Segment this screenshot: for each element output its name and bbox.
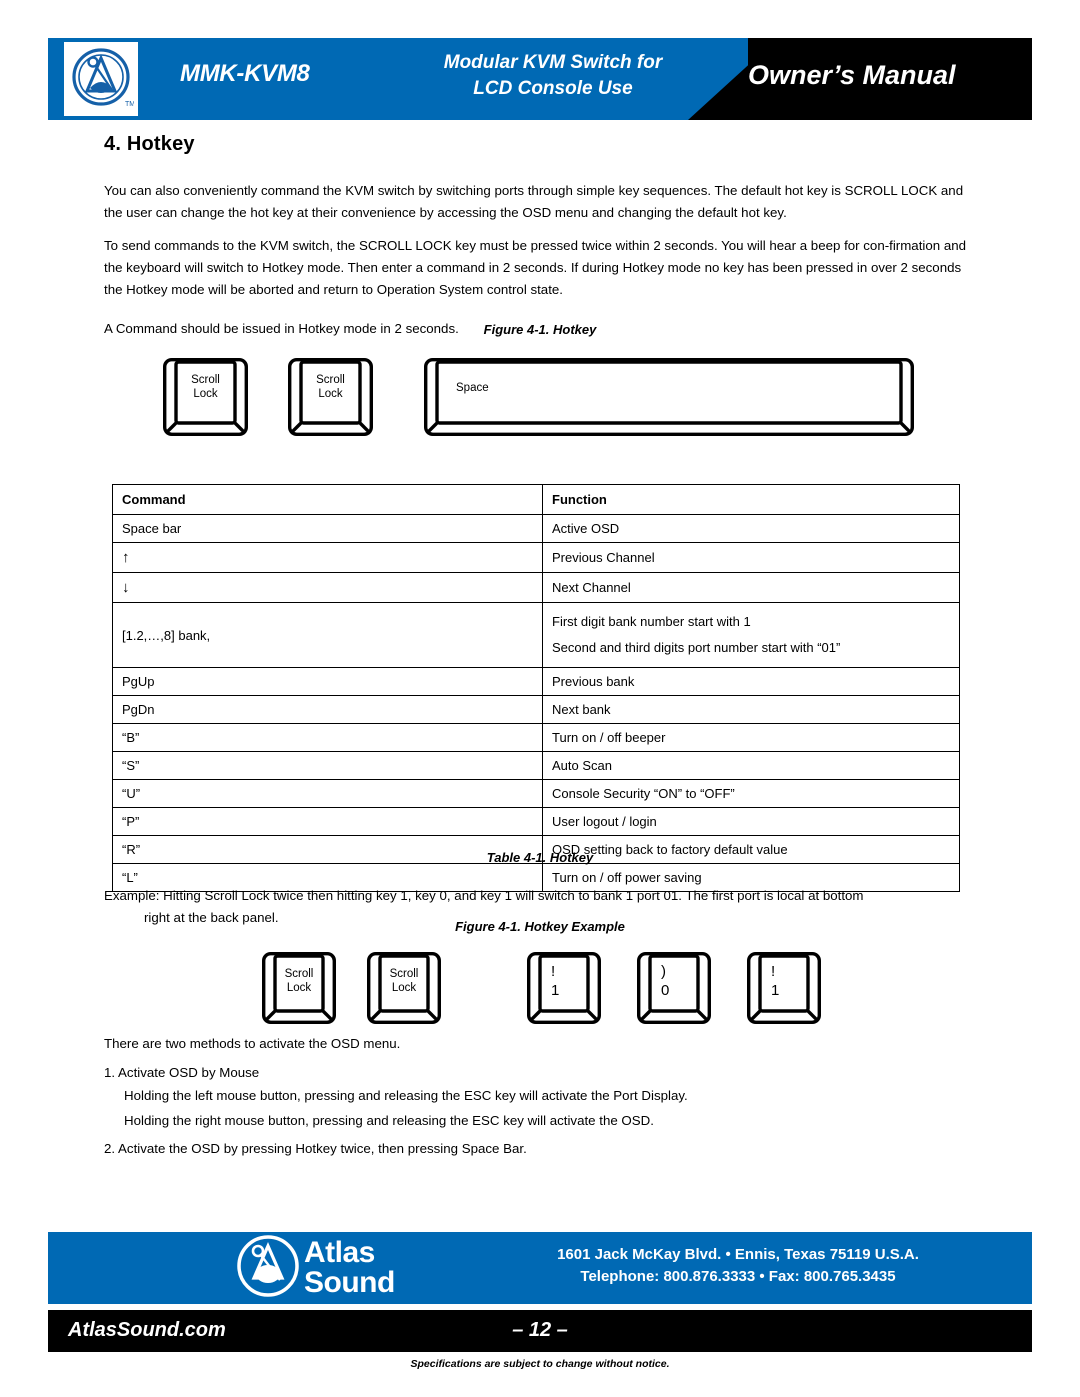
- cell-function: Active OSD: [542, 514, 960, 543]
- table-row: ↑ Previous Channel: [112, 542, 960, 573]
- footer-brand-text: Atlas Sound: [304, 1238, 395, 1298]
- figure-2-keycaps: Scroll Lock Scroll Lock ! 1 ) 0 ! 1: [0, 952, 1080, 1028]
- cell-function: Previous bank: [542, 667, 960, 696]
- cell-command: “B”: [112, 723, 543, 752]
- digit-1-key: ! 1: [747, 952, 821, 1024]
- cell-command: [1.2,…,8] bank,: [112, 602, 543, 668]
- atlas-sound-a-logo-icon: TM: [64, 42, 138, 116]
- cell-function: Console Security “ON” to “OFF”: [542, 779, 960, 808]
- svg-text:TM: TM: [125, 101, 134, 108]
- footer-disclaimer: Specifications are subject to change wit…: [410, 1358, 670, 1370]
- footer-brand-line1: Atlas: [304, 1236, 375, 1269]
- osd-intro: There are two methods to activate the OS…: [104, 1036, 401, 1051]
- cell-command: PgDn: [112, 695, 543, 724]
- digit-1-key: ! 1: [527, 952, 601, 1024]
- table-row: PgUp Previous bank: [112, 667, 960, 696]
- cell-function: Previous Channel: [542, 542, 960, 573]
- footer-logo: Atlas Sound: [236, 1234, 456, 1302]
- osd-item-1b: Holding the right mouse button, pressing…: [124, 1113, 654, 1128]
- cell-function: First digit bank number start with 1 Seco…: [542, 602, 960, 668]
- cell-command: “P”: [112, 807, 543, 836]
- page-header: TM MMK-KVM8 Modular KVM Switch for LCD C…: [48, 38, 1032, 120]
- table-row: “B” Turn on / off beeper: [112, 723, 960, 752]
- cell-command: “U”: [112, 779, 543, 808]
- scroll-lock-key: Scroll Lock: [262, 952, 336, 1024]
- figure-1-keycaps: Scroll Lock Scroll Lock Space: [0, 358, 1080, 438]
- footer-blue-band: Atlas Sound 1601 Jack McKay Blvd. • Enni…: [48, 1232, 1032, 1304]
- table-row: “P” User logout / login: [112, 807, 960, 836]
- cell-function: User logout / login: [542, 807, 960, 836]
- table-header-row: Command Function: [112, 484, 960, 515]
- footer-address-line1: 1601 Jack McKay Blvd. • Ennis, Texas 751…: [557, 1246, 919, 1263]
- table-body: Space bar Active OSD ↑ Previous Channel ↓ Nex…: [112, 514, 960, 892]
- table-row: [1.2,…,8] bank, First digit bank number s…: [112, 602, 960, 668]
- header-owners-manual: Owner’s Manual: [748, 60, 956, 90]
- page-number: – 12 –: [512, 1319, 568, 1341]
- footer-black-band: AtlasSound.com – 12 –: [48, 1310, 1032, 1352]
- table-row: “U” Console Security “ON” to “OFF”: [112, 779, 960, 808]
- paragraph-1: You can also conveniently command the KV…: [104, 183, 964, 220]
- column-header-function: Function: [542, 484, 960, 515]
- page-title: 4. Hotkey: [104, 133, 195, 155]
- osd-item-1a: Holding the left mouse button, pressing …: [124, 1088, 688, 1103]
- scroll-lock-key: Scroll Lock: [288, 358, 373, 436]
- cell-function: Next Channel: [542, 572, 960, 603]
- header-subtitle-line2: LCD Console Use: [473, 78, 633, 99]
- atlas-sound-a-logo-icon: [236, 1234, 300, 1303]
- figure-2-caption: Figure 4-1. Hotkey Example: [455, 919, 625, 934]
- footer-address: 1601 Jack McKay Blvd. • Ennis, Texas 751…: [458, 1244, 1018, 1288]
- paragraph-2: To send commands to the KVM switch, the …: [104, 238, 967, 297]
- table-row: “S” Auto Scan: [112, 751, 960, 780]
- osd-item-2: 2. Activate the OSD by pressing Hotkey t…: [104, 1141, 527, 1156]
- scroll-lock-key: Scroll Lock: [163, 358, 248, 436]
- space-bar-key: Space: [424, 358, 914, 436]
- osd-item-1: 1. Activate OSD by Mouse: [104, 1065, 260, 1080]
- cell-command: Space bar: [112, 514, 543, 543]
- table-row: Space bar Active OSD: [112, 514, 960, 543]
- footer-address-line2: Telephone: 800.876.3333 • Fax: 800.765.3…: [580, 1268, 896, 1285]
- table-1-caption: Table 4-1. Hotkey: [486, 850, 594, 865]
- footer-brand-line2: Sound: [304, 1266, 395, 1299]
- cell-command: PgUp: [112, 667, 543, 696]
- hotkey-table: Command Function Space bar Active OSD ↑ Pre…: [112, 484, 960, 892]
- column-header-command: Command: [112, 484, 543, 515]
- digit-0-key: ) 0: [637, 952, 711, 1024]
- figure-1-caption: Figure 4-1. Hotkey: [483, 322, 597, 337]
- table-row: PgDn Next bank: [112, 695, 960, 724]
- scroll-lock-key: Scroll Lock: [367, 952, 441, 1024]
- cell-function: Next bank: [542, 695, 960, 724]
- table-row: ↓ Next Channel: [112, 572, 960, 603]
- cell-function: Auto Scan: [542, 751, 960, 780]
- header-model-name: MMK-KVM8: [180, 60, 310, 87]
- cell-command: “S”: [112, 751, 543, 780]
- cell-command: ↑: [112, 542, 543, 573]
- header-subtitle: Modular KVM Switch for LCD Console Use: [403, 50, 703, 102]
- example-text-line1: Example: Hitting Scroll Lock twice then …: [104, 888, 864, 903]
- cell-function: Turn on / off beeper: [542, 723, 960, 752]
- header-subtitle-line1: Modular KVM Switch for: [443, 52, 663, 73]
- cell-command: ↓: [112, 572, 543, 603]
